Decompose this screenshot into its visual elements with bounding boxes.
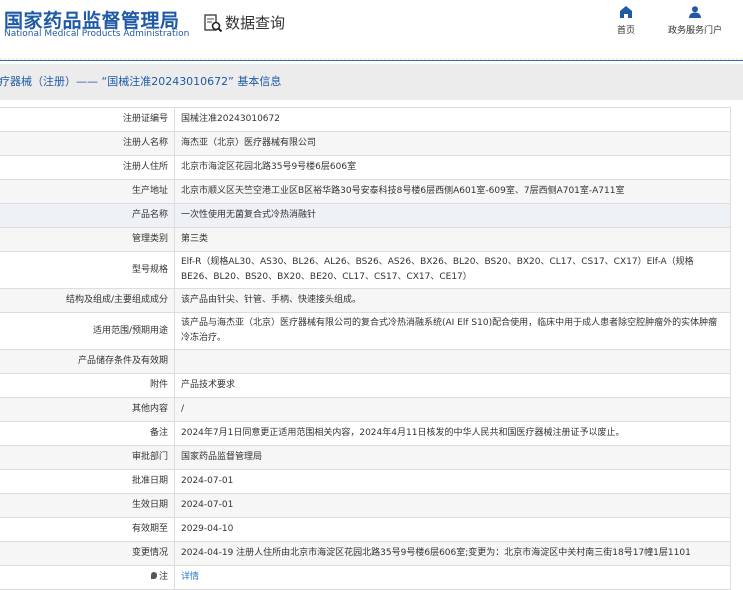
pin-icon bbox=[150, 572, 157, 579]
field-value bbox=[174, 349, 731, 374]
table-row: 型号规格 Elf-R（规格AL30、AS30、BL26、AL26、BS26、AS2… bbox=[0, 251, 731, 289]
field-label: 注册人住所 bbox=[0, 155, 175, 180]
field-value: 国械注准20243010672 bbox=[174, 107, 731, 132]
field-value: 产品技术要求 bbox=[174, 373, 731, 398]
field-label: 有效期至 bbox=[0, 517, 175, 542]
field-value: 该产品与海杰亚（北京）医疗器械有限公司的复合式冷热消融系统(AI Elf S10… bbox=[174, 312, 731, 350]
logo-subtitle: National Medical Products Administration bbox=[4, 29, 190, 39]
field-label: 其他内容 bbox=[0, 397, 175, 422]
table-row: 变更情况 2024-04-19 注册人住所由北京市海淀区花园北路35号9号楼6层6… bbox=[0, 541, 731, 566]
field-value: Elf-R（规格AL30、AS30、BL26、AL26、BS26、AS26、BX… bbox=[174, 251, 731, 289]
field-label: 注 bbox=[0, 565, 175, 590]
document-search-icon bbox=[204, 13, 223, 32]
field-label: 产品名称 bbox=[0, 203, 175, 228]
nav-home-label: 首页 bbox=[617, 26, 636, 36]
field-value: 海杰亚（北京）医疗器械有限公司 bbox=[174, 131, 731, 156]
field-label: 适用范围/预期用途 bbox=[0, 312, 175, 350]
field-value: 2029-04-10 bbox=[174, 517, 731, 542]
details-link[interactable]: 详情 bbox=[181, 572, 199, 582]
note-label: 注 bbox=[158, 572, 168, 582]
table-row: 附件 产品技术要求 bbox=[0, 373, 731, 398]
table-row: 结构及组成/主要组成成分 该产品由针尖、针管、手柄、快速接头组成。 bbox=[0, 288, 731, 313]
nav-service-portal[interactable]: 政务服务门户 bbox=[668, 6, 722, 36]
page-title-bar: 医疗器械（注册）—— “国械注准20243010672” 基本信息 bbox=[0, 64, 743, 100]
field-value: 北京市顺义区天竺空港工业区B区裕华路30号安泰科技8号楼6层西侧A601室-60… bbox=[174, 179, 731, 204]
field-label: 注册证编号 bbox=[0, 107, 175, 132]
field-value: 国家药品监督管理局 bbox=[174, 445, 731, 470]
nav-service-label: 政务服务门户 bbox=[668, 26, 723, 36]
field-value: 2024-04-19 注册人住所由北京市海淀区花园北路35号9号楼6层606室;… bbox=[174, 541, 731, 566]
table-row: 管理类别 第三类 bbox=[0, 227, 731, 252]
field-label: 批准日期 bbox=[0, 469, 175, 494]
site-header: 国家药品监督管理局 National Medical Products Admi… bbox=[0, 0, 743, 58]
field-label: 审批部门 bbox=[0, 445, 175, 470]
field-value: 北京市海淀区花园北路35号9号楼6层606室 bbox=[174, 155, 731, 180]
field-label: 管理类别 bbox=[0, 227, 175, 252]
table-row: 其他内容 / bbox=[0, 397, 731, 422]
table-row: 审批部门 国家药品监督管理局 bbox=[0, 445, 731, 470]
table-row: 适用范围/预期用途 该产品与海杰亚（北京）医疗器械有限公司的复合式冷热消融系统(A… bbox=[0, 312, 731, 350]
field-value: 一次性使用无菌复合式冷热消融针 bbox=[174, 203, 731, 228]
section-title: 数据查询 bbox=[225, 14, 286, 32]
field-value: / bbox=[174, 397, 731, 422]
field-label: 备注 bbox=[0, 421, 175, 446]
detail-table: 注册证编号 国械注准20243010672 注册人名称 海杰亚（北京）医疗器械有限公司… bbox=[0, 107, 731, 590]
user-icon bbox=[689, 6, 701, 18]
field-label: 生效日期 bbox=[0, 493, 175, 518]
table-row: 有效期至 2029-04-10 bbox=[0, 517, 731, 542]
field-label: 结构及组成/主要组成成分 bbox=[0, 288, 175, 313]
field-value: 详情 bbox=[174, 565, 731, 590]
table-row-note: 注 详情 bbox=[0, 565, 731, 590]
field-value: 第三类 bbox=[174, 227, 731, 252]
field-label: 附件 bbox=[0, 373, 175, 398]
field-value: 该产品由针尖、针管、手柄、快速接头组成。 bbox=[174, 288, 731, 313]
page-title: 医疗器械（注册）—— “国械注准20243010672” 基本信息 bbox=[0, 75, 282, 88]
table-row: 生效日期 2024-07-01 bbox=[0, 493, 731, 518]
home-icon bbox=[620, 6, 632, 18]
field-value: 2024年7月1日同意更正适用范围相关内容，2024年4月11日核发的中华人民共… bbox=[174, 421, 731, 446]
field-label: 生产地址 bbox=[0, 179, 175, 204]
table-row: 注册证编号 国械注准20243010672 bbox=[0, 107, 731, 132]
field-label: 变更情况 bbox=[0, 541, 175, 566]
header-divider bbox=[0, 58, 743, 61]
table-row: 产品名称 一次性使用无菌复合式冷热消融针 bbox=[0, 203, 731, 228]
nav-home[interactable]: 首页 bbox=[617, 6, 635, 36]
table-row: 生产地址 北京市顺义区天竺空港工业区B区裕华路30号安泰科技8号楼6层西侧A601… bbox=[0, 179, 731, 204]
field-value: 2024-07-01 bbox=[174, 493, 731, 518]
table-row: 注册人住所 北京市海淀区花园北路35号9号楼6层606室 bbox=[0, 155, 731, 180]
data-query-section: 数据查询 bbox=[203, 12, 285, 33]
field-value: 2024-07-01 bbox=[174, 469, 731, 494]
table-row: 产品储存条件及有效期 bbox=[0, 349, 731, 374]
field-label: 注册人名称 bbox=[0, 131, 175, 156]
field-label: 产品储存条件及有效期 bbox=[0, 349, 175, 374]
table-row: 注册人名称 海杰亚（北京）医疗器械有限公司 bbox=[0, 131, 731, 156]
table-row: 备注 2024年7月1日同意更正适用范围相关内容，2024年4月11日核发的中华人… bbox=[0, 421, 731, 446]
field-label: 型号规格 bbox=[0, 251, 175, 289]
table-row: 批准日期 2024-07-01 bbox=[0, 469, 731, 494]
